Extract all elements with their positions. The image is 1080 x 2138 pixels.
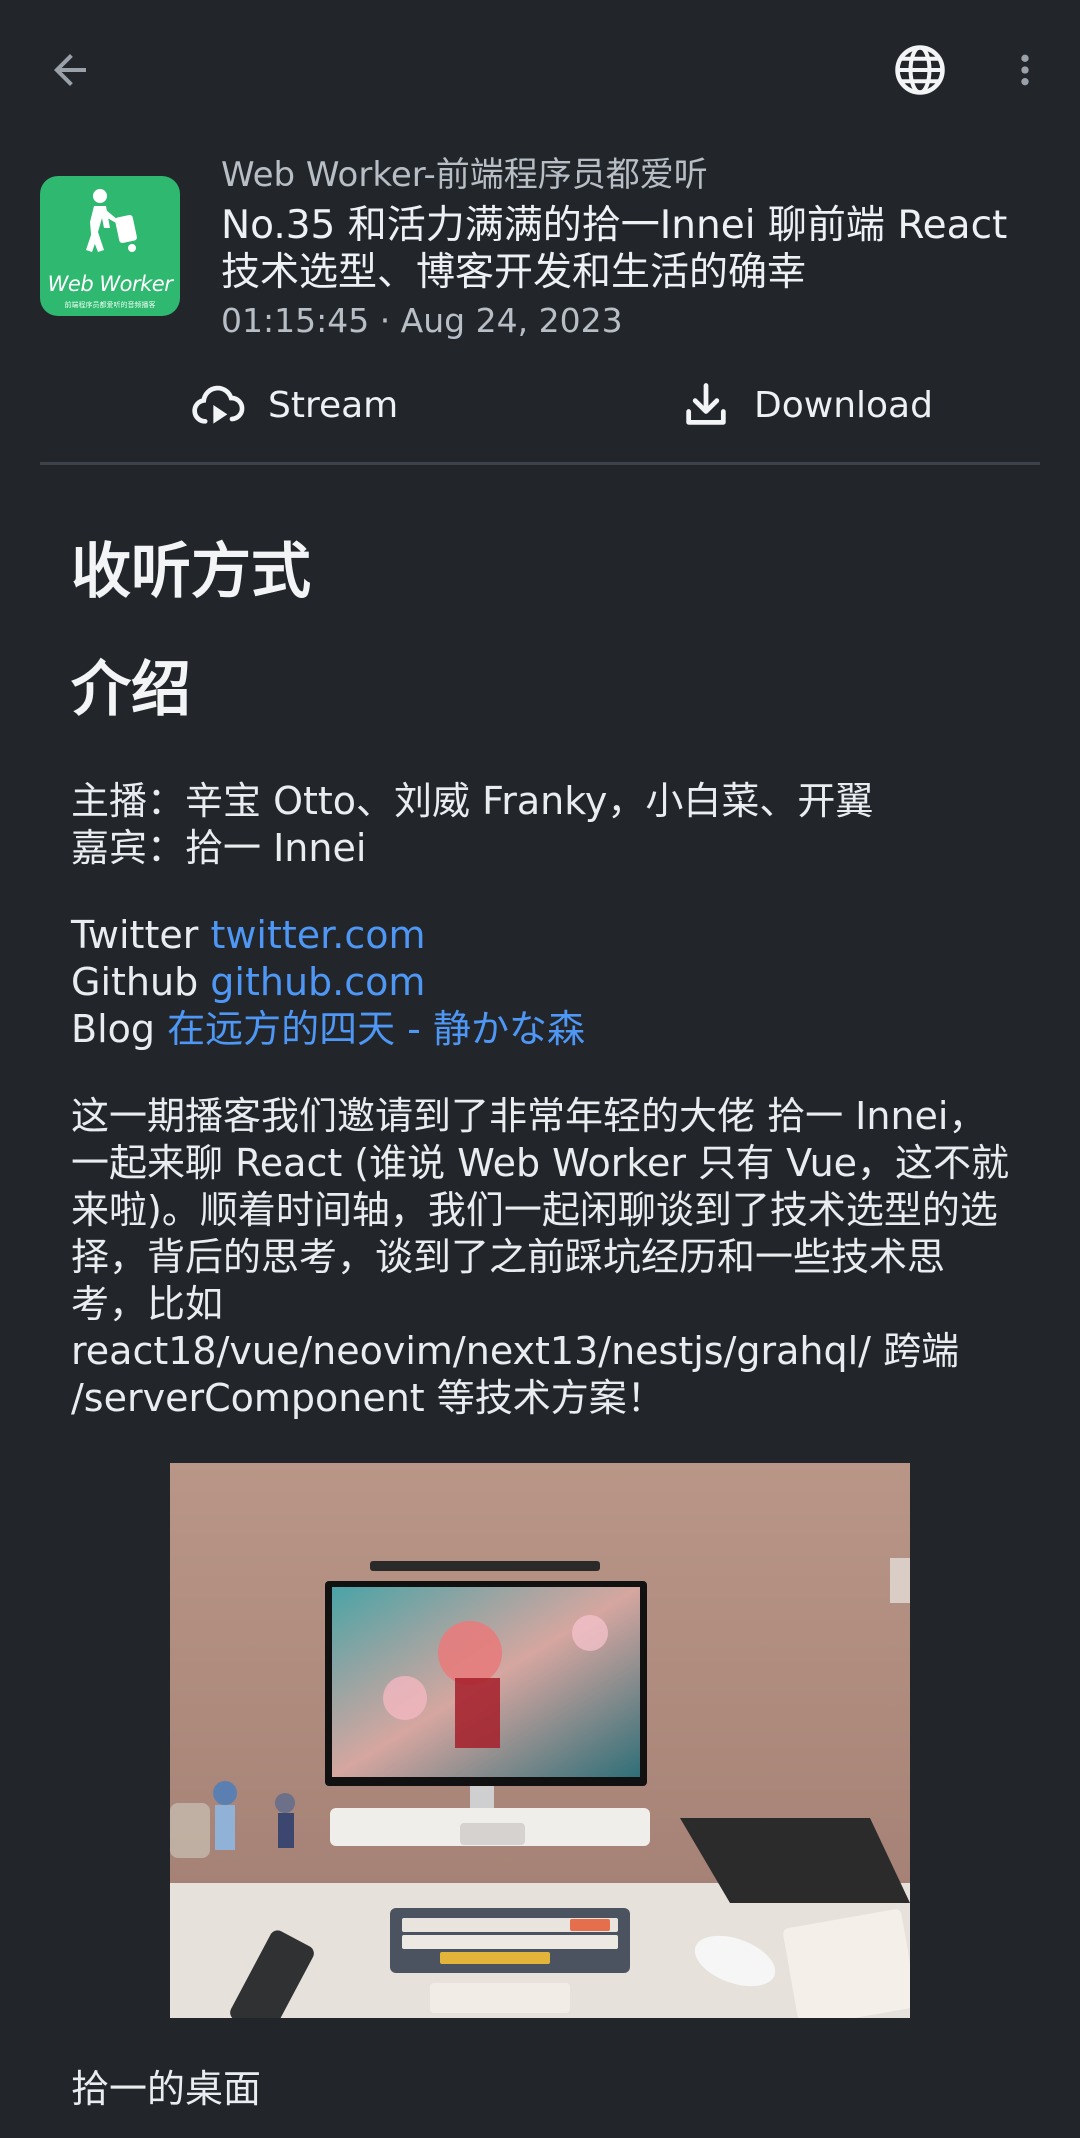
- blog-link[interactable]: 在远方的四天 - 静かな森: [167, 1007, 585, 1051]
- github-link[interactable]: github.com: [210, 960, 425, 1004]
- blog-line: Blog 在远方的四天 - 静かな森: [71, 1006, 1011, 1053]
- stream-label: Stream: [268, 384, 399, 426]
- github-prefix: Github: [71, 960, 211, 1004]
- top-app-bar: [0, 0, 1080, 140]
- heading-listen: 收听方式: [71, 537, 311, 607]
- episode-description: 这一期播客我们邀请到了非常年轻的大佬 拾一 Innei，一起来聊 React (…: [71, 1094, 1010, 1420]
- more-vert-icon: [1021, 54, 1029, 86]
- desk-photo: [170, 1463, 910, 2018]
- blog-prefix: Blog: [71, 1007, 168, 1051]
- divider: [40, 462, 1040, 465]
- guest-line: 嘉宾：拾一 Innei: [71, 826, 367, 870]
- twitter-prefix: Twitter: [71, 913, 211, 957]
- episode-meta-block: Web Worker-前端程序员都爱听 No.35 和活力满满的拾一Innei …: [221, 150, 1051, 344]
- more-options-button[interactable]: [985, 30, 1065, 110]
- github-line: Github github.com: [71, 959, 1011, 1006]
- episode-duration-date: 01:15:45 · Aug 24, 2023: [221, 301, 623, 340]
- person-with-cart-icon: [86, 189, 137, 252]
- episode-header: Web Worker 前端程序员都爱听的音频播客 Web Worker-前端程序…: [40, 150, 1040, 350]
- download-icon: [686, 383, 726, 425]
- hosts-line: 主播：辛宝 Otto、刘威 Franky，小白菜、开翼: [71, 779, 874, 823]
- heading-intro: 介绍: [71, 655, 191, 725]
- desk-photo-illustration: [170, 1463, 910, 2018]
- episode-title: No.35 和活力满满的拾一Innei 聊前端 React 技术选型、博客开发和…: [221, 203, 1008, 295]
- open-website-button[interactable]: [880, 30, 960, 110]
- globe-icon: [895, 45, 945, 95]
- podcast-logo: Web Worker 前端程序员都爱听的音频播客: [40, 176, 180, 316]
- photo-caption: 拾一的桌面: [71, 2067, 262, 2111]
- download-label: Download: [754, 384, 933, 426]
- back-arrow-icon: [54, 54, 86, 86]
- logo-brand-text: Web Worker: [47, 272, 173, 296]
- podcast-name[interactable]: Web Worker-前端程序员都爱听: [221, 152, 1051, 198]
- show-notes: 收听方式 介绍 主播：辛宝 Otto、刘威 Franky，小白菜、开翼 嘉宾：拾…: [71, 520, 1011, 1422]
- stream-button[interactable]: Stream: [190, 365, 398, 445]
- episode-actions: Stream Download: [0, 365, 1080, 445]
- twitter-link[interactable]: twitter.com: [210, 913, 425, 957]
- cloud-stream-icon: [192, 385, 245, 424]
- twitter-line: Twitter twitter.com: [71, 912, 1011, 959]
- back-button[interactable]: [30, 30, 110, 110]
- download-button[interactable]: Download: [680, 365, 933, 445]
- logo-subtext: 前端程序员都爱听的音频播客: [64, 301, 156, 309]
